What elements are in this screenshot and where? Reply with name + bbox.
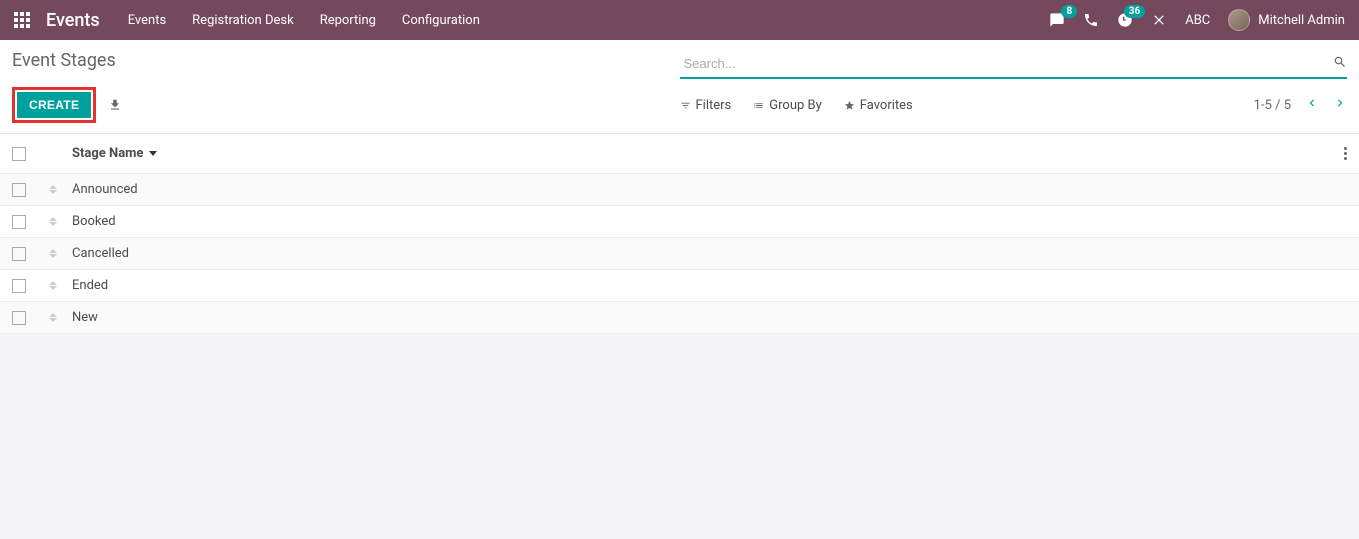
drag-handle-icon[interactable] <box>46 281 60 290</box>
clock-badge: 36 <box>1124 5 1145 18</box>
caret-down-icon <box>149 151 157 156</box>
close-icon[interactable] <box>1151 12 1167 28</box>
drag-handle-icon[interactable] <box>46 249 60 258</box>
stage-name: Cancelled <box>72 246 129 261</box>
app-brand[interactable]: Events <box>46 10 100 31</box>
stage-name: Announced <box>72 182 138 197</box>
favorites-button[interactable]: Favorites <box>844 98 913 113</box>
select-all-checkbox[interactable] <box>12 147 26 161</box>
chevron-left-icon <box>1305 96 1319 110</box>
pager-prev[interactable] <box>1305 96 1319 114</box>
clock-icon[interactable]: 36 <box>1117 12 1133 28</box>
header-row: Event Stages <box>0 40 1359 79</box>
drag-handle-icon[interactable] <box>46 217 60 226</box>
drag-handle-icon[interactable] <box>46 313 60 322</box>
nav-link-reporting[interactable]: Reporting <box>320 13 376 28</box>
company-label[interactable]: ABC <box>1185 13 1210 28</box>
pager-text: 1-5 / 5 <box>1254 98 1291 113</box>
row-checkbox[interactable] <box>12 183 26 197</box>
search-wrap <box>680 50 1348 79</box>
nav-link-configuration[interactable]: Configuration <box>402 13 480 28</box>
apps-icon[interactable] <box>14 12 30 28</box>
row-checkbox[interactable] <box>12 247 26 261</box>
row-checkbox[interactable] <box>12 311 26 325</box>
list-icon <box>753 100 764 111</box>
create-button[interactable]: CREATE <box>17 92 91 118</box>
nav-link-registration-desk[interactable]: Registration Desk <box>192 13 294 28</box>
create-highlight: CREATE <box>12 87 96 123</box>
chevron-right-icon <box>1333 96 1347 110</box>
row-checkbox[interactable] <box>12 215 26 229</box>
toolbar: CREATE Filters Group By Favorites 1-5 / … <box>0 79 1359 133</box>
search-box <box>680 50 1348 79</box>
stage-name: New <box>72 310 98 325</box>
phone-icon[interactable] <box>1083 12 1099 28</box>
search-icon[interactable] <box>1333 55 1347 73</box>
nav-link-events[interactable]: Events <box>128 13 166 28</box>
filter-group: Filters Group By Favorites <box>680 98 913 113</box>
table-header: Stage Name <box>0 134 1359 174</box>
toolbar-right: Filters Group By Favorites 1-5 / 5 <box>680 96 1348 114</box>
row-checkbox[interactable] <box>12 279 26 293</box>
table-row[interactable]: Announced <box>0 174 1359 206</box>
column-stage-name[interactable]: Stage Name <box>72 146 157 161</box>
chat-icon[interactable]: 8 <box>1049 12 1065 28</box>
top-navbar: Events Events Registration Desk Reportin… <box>0 0 1359 40</box>
user-name: Mitchell Admin <box>1258 13 1345 28</box>
stage-name: Booked <box>72 214 116 229</box>
table-row[interactable]: New <box>0 302 1359 334</box>
search-input[interactable] <box>680 50 1334 77</box>
kebab-icon[interactable] <box>1344 147 1347 160</box>
stage-name: Ended <box>72 278 108 293</box>
table-row[interactable]: Ended <box>0 270 1359 302</box>
avatar <box>1228 9 1250 31</box>
group-by-button[interactable]: Group By <box>753 98 822 113</box>
download-icon[interactable] <box>108 98 122 112</box>
nav-links: Events Registration Desk Reporting Confi… <box>128 13 480 28</box>
star-icon <box>844 100 855 111</box>
funnel-icon <box>680 100 691 111</box>
pager: 1-5 / 5 <box>1254 96 1347 114</box>
table-row[interactable]: Cancelled <box>0 238 1359 270</box>
chat-badge: 8 <box>1061 5 1077 18</box>
table: Stage Name Announced Booked Cancelled En… <box>0 133 1359 334</box>
table-row[interactable]: Booked <box>0 206 1359 238</box>
page-title: Event Stages <box>12 50 116 71</box>
nav-right: 8 36 ABC Mitchell Admin <box>1049 9 1345 31</box>
drag-handle-icon[interactable] <box>46 185 60 194</box>
filters-button[interactable]: Filters <box>680 98 732 113</box>
pager-next[interactable] <box>1333 96 1347 114</box>
user-menu[interactable]: Mitchell Admin <box>1228 9 1345 31</box>
